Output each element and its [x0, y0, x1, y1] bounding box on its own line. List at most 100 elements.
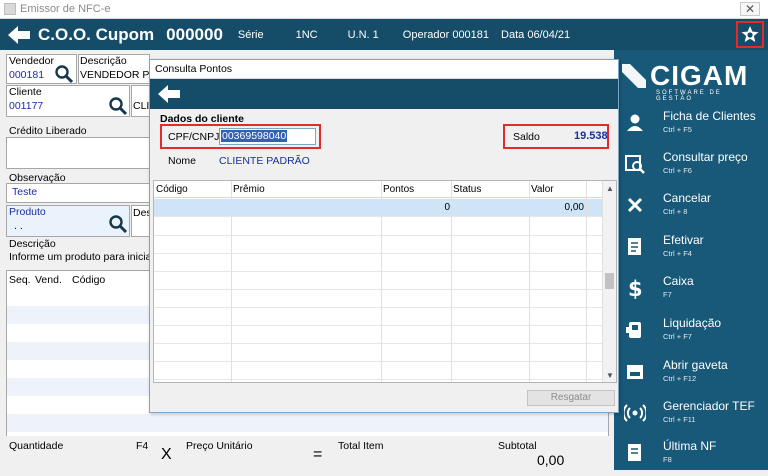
- pos-header: C.O.O. Cupom 000000 Série 1NC U.N. 1 Ope…: [0, 19, 768, 50]
- observacao-value: Teste: [12, 186, 38, 198]
- sidebar-item-shortcut: Ctrl + F5: [663, 125, 692, 134]
- sidebar-item-label: Caixa: [663, 274, 694, 288]
- drawer-icon: [627, 365, 643, 379]
- table-row: [154, 272, 604, 290]
- multiply-sign: X: [161, 446, 172, 463]
- gear-star-icon: [741, 25, 759, 42]
- dialog-title: Consulta Pontos: [150, 60, 618, 79]
- dollar-icon: $: [628, 277, 643, 299]
- quantidade-label: Quantidade: [9, 440, 64, 452]
- sidebar-item-label: Cancelar: [663, 191, 712, 205]
- credito-label: Crédito Liberado: [9, 125, 87, 137]
- sidebar-item-consultar-preco[interactable]: Consultar preço Ctrl + F6: [614, 147, 768, 187]
- window-close-button[interactable]: ✕: [740, 2, 760, 16]
- scroll-up-icon[interactable]: ▲: [606, 184, 614, 193]
- table-row: [154, 236, 604, 254]
- total-item-label: Total Item: [338, 440, 384, 452]
- table-row: [154, 290, 604, 308]
- sidebar-item-shortcut: Ctrl + 8: [663, 207, 688, 216]
- date-label: Data 06/04/21: [501, 28, 571, 41]
- saldo-label: Saldo: [513, 131, 540, 143]
- table-row[interactable]: 0 0,00: [154, 199, 604, 217]
- vendedor-value: 000181: [9, 69, 45, 81]
- produto-label: Produto: [9, 206, 46, 218]
- sidebar-item-gerenciador-tef[interactable]: Gerenciador TEF Ctrl + F11: [614, 396, 768, 436]
- coo-label: C.O.O. Cupom: [38, 24, 155, 44]
- cliente-label: Cliente: [9, 86, 42, 98]
- svg-text:$: $: [628, 277, 643, 299]
- window-title: Emissor de NFC-e: [20, 3, 111, 15]
- cpf-input[interactable]: 00369598040: [219, 128, 316, 145]
- cpf-value: 00369598040: [221, 130, 288, 142]
- back-arrow-icon[interactable]: [156, 83, 182, 105]
- wireless-icon: [624, 404, 646, 422]
- descricao-value: Informe um produto para iniciar: [9, 251, 155, 263]
- vendedor-descricao-label: Descrição: [80, 55, 127, 67]
- logo-subtitle: SOFTWARE DE GESTÃO: [656, 90, 722, 102]
- cpf-label: CPF/CNPJ: [168, 131, 220, 143]
- table-header: Código Prêmio Pontos Status Valor: [154, 181, 604, 198]
- credito-field: [6, 137, 150, 169]
- table-row: [154, 308, 604, 326]
- table-scrollbar[interactable]: ▲ ▼: [602, 181, 616, 382]
- window-titlebar: Emissor de NFC-e ✕: [0, 0, 768, 19]
- saldo-value: 19.538: [574, 130, 608, 142]
- sidebar-item-caixa[interactable]: $ Caixa F7: [614, 271, 768, 311]
- sidebar-item-label: Gerenciador TEF: [663, 399, 755, 413]
- sidebar-item-efetivar[interactable]: Efetivar Ctrl + F4: [614, 230, 768, 270]
- sidebar-item-cancelar[interactable]: Cancelar Ctrl + 8: [614, 188, 768, 228]
- sidebar-item-liquidacao[interactable]: Liquidação Ctrl + F7: [614, 313, 768, 353]
- sidebar-item-abrir-gaveta[interactable]: Abrir gaveta Ctrl + F12: [614, 355, 768, 395]
- column-pontos: Pontos: [383, 184, 415, 195]
- sidebar-item-shortcut: Ctrl + F7: [663, 332, 692, 341]
- produto-value: . .: [14, 220, 23, 232]
- document-check-icon: [628, 238, 641, 255]
- pontos-table[interactable]: Código Prêmio Pontos Status Valor 0 0,00…: [153, 180, 617, 383]
- sidebar-item-label: Efetivar: [663, 233, 704, 247]
- sidebar-item-shortcut: F8: [663, 455, 672, 464]
- search-icon[interactable]: [108, 214, 128, 234]
- f4-label: F4: [136, 440, 149, 452]
- resgatar-button[interactable]: Resgatar: [527, 390, 615, 406]
- descricao-label: Descrição: [9, 238, 56, 250]
- sidebar-item-shortcut: F7: [663, 290, 672, 299]
- un-label: U.N. 1: [347, 28, 379, 41]
- receipt-icon: [628, 444, 641, 461]
- equals-sign: =: [313, 446, 323, 463]
- back-arrow-icon[interactable]: [6, 24, 32, 46]
- column-status: Status: [453, 184, 482, 195]
- cash-register-icon: [626, 322, 641, 338]
- app-icon: [4, 3, 16, 15]
- serie-value: 1NC: [295, 28, 318, 41]
- serie-label: Série: [237, 28, 264, 41]
- operador-label: Operador 000181: [402, 28, 490, 41]
- scroll-down-icon[interactable]: ▼: [606, 371, 614, 380]
- cliente-descricao-value: CLI: [133, 100, 150, 112]
- items-header-seq: Seq.: [9, 274, 31, 286]
- logo-text: CIGAM: [650, 60, 749, 91]
- subtotal-value: 0,00: [537, 452, 565, 468]
- scroll-thumb[interactable]: [605, 273, 614, 289]
- sidebar-item-label: Abrir gaveta: [663, 358, 728, 372]
- table-row: [154, 362, 604, 380]
- search-icon[interactable]: [108, 96, 128, 116]
- sidebar-item-ultima-nf[interactable]: Última NF F8: [614, 436, 768, 476]
- sidebar-item-label: Última NF: [663, 439, 717, 453]
- table-row: [154, 326, 604, 344]
- items-header-codigo: Código: [72, 274, 106, 286]
- items-header-vend: Vend.: [35, 274, 62, 286]
- sidebar-item-ficha-clientes[interactable]: Ficha de Clientes Ctrl + F5: [614, 106, 768, 146]
- cell-valor: 0,00: [564, 202, 584, 213]
- close-icon: [627, 197, 643, 213]
- table-row: [154, 344, 604, 362]
- sidebar-item-label: Consultar preço: [663, 150, 748, 164]
- settings-button[interactable]: [736, 21, 764, 48]
- coo-value: 000000: [166, 24, 223, 44]
- sidebar-item-shortcut: Ctrl + F11: [663, 415, 696, 424]
- dialog-header: [150, 79, 618, 109]
- search-icon[interactable]: [54, 64, 74, 84]
- subtotal-label: Subtotal: [498, 440, 537, 452]
- cigam-logo-mark-icon: [622, 64, 646, 88]
- sidebar-item-shortcut: Ctrl + F4: [663, 249, 692, 258]
- price-search-icon: [625, 155, 645, 174]
